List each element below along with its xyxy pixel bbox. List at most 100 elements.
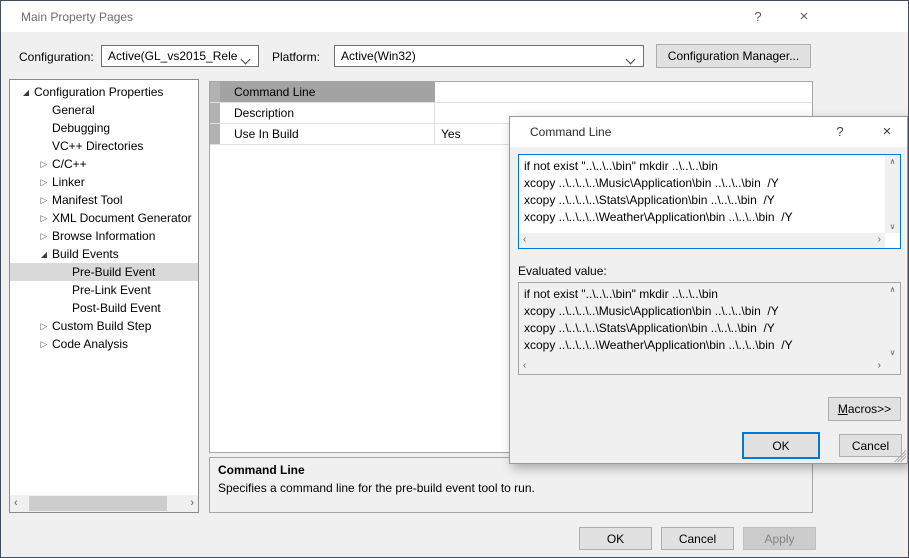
- tree-item-pre-link-event[interactable]: Pre-Link Event: [10, 281, 198, 299]
- tree-item-label: Configuration Properties: [34, 85, 163, 99]
- tree-item-custom-build-step[interactable]: ▷ Custom Build Step: [10, 317, 198, 335]
- tree-collapsed-icon[interactable]: ▷: [36, 177, 52, 188]
- property-row-command-line[interactable]: Command Line: [210, 82, 812, 103]
- help-button[interactable]: ?: [825, 121, 855, 142]
- tree-item-label: Pre-Link Event: [72, 283, 151, 297]
- tree-item-label: XML Document Generator: [52, 211, 192, 225]
- row-gutter: [210, 82, 220, 102]
- apply-button[interactable]: Apply: [743, 527, 816, 550]
- platform-value: Active(Win32): [341, 49, 623, 63]
- tree-item-label: Debugging: [52, 121, 110, 135]
- tree-item-browse-information[interactable]: ▷ Browse Information: [10, 227, 198, 245]
- tree-item-manifest-tool[interactable]: ▷ Manifest Tool: [10, 191, 198, 209]
- property-name: Description: [220, 103, 435, 123]
- tree-item-build-events[interactable]: ◢ Build Events: [10, 245, 198, 263]
- tree-item-post-build-event[interactable]: Post-Build Event: [10, 299, 198, 317]
- platform-label: Platform:: [272, 50, 320, 64]
- tree-collapsed-icon[interactable]: ▷: [36, 195, 52, 206]
- ok-button[interactable]: OK: [579, 527, 652, 550]
- help-button[interactable]: ?: [741, 6, 775, 27]
- tree-horizontal-scrollbar[interactable]: ‹ ›: [10, 495, 198, 512]
- tree-collapsed-icon[interactable]: ▷: [36, 213, 52, 224]
- row-gutter: [210, 103, 220, 123]
- property-value[interactable]: [435, 82, 812, 102]
- vertical-scrollbar[interactable]: ∧ ∨: [885, 283, 900, 359]
- tree-item-vcpp-directories[interactable]: VC++ Directories: [10, 137, 198, 155]
- tree-collapsed-icon[interactable]: ▷: [36, 231, 52, 242]
- close-icon: ×: [883, 123, 892, 140]
- scroll-up-icon[interactable]: ∧: [885, 285, 900, 294]
- dialog-title: Command Line: [530, 125, 611, 139]
- tree-item-configuration-properties[interactable]: ◢ Configuration Properties: [10, 83, 198, 101]
- configuration-label: Configuration:: [19, 50, 94, 64]
- evaluated-value-label: Evaluated value:: [518, 264, 607, 278]
- scrollbar-thumb[interactable]: [29, 496, 167, 511]
- close-button[interactable]: ×: [872, 121, 902, 142]
- tree-expanded-icon[interactable]: ◢: [36, 250, 52, 259]
- command-line-title-bar: Command Line ? ×: [510, 117, 907, 147]
- tree-item-label: Browse Information: [52, 229, 155, 243]
- tree-expanded-icon[interactable]: ◢: [18, 88, 34, 97]
- tree-item-label: Custom Build Step: [52, 319, 151, 333]
- configuration-tree: ◢ Configuration Properties General Debug…: [9, 79, 199, 513]
- chevron-down-icon: [627, 52, 639, 64]
- title-bar: Main Property Pages ? ×: [1, 1, 908, 32]
- tree-item-debugging[interactable]: Debugging: [10, 119, 198, 137]
- scroll-right-icon[interactable]: ›: [878, 360, 881, 371]
- tree-item-c-cpp[interactable]: ▷ C/C++: [10, 155, 198, 173]
- help-icon: ?: [754, 9, 761, 24]
- chevron-down-icon: [242, 52, 254, 64]
- tree-item-xml-document-generator[interactable]: ▷ XML Document Generator: [10, 209, 198, 227]
- configuration-value: Active(GL_vs2015_Release: [108, 49, 238, 63]
- macros-button[interactable]: Macros>>: [828, 397, 901, 421]
- description-title: Command Line: [218, 463, 305, 477]
- tree-collapsed-icon[interactable]: ▷: [36, 339, 52, 350]
- close-icon: ×: [800, 8, 809, 25]
- tree-item-label: C/C++: [52, 157, 87, 171]
- tree-item-label: VC++ Directories: [52, 139, 143, 153]
- platform-combobox[interactable]: Active(Win32): [334, 45, 644, 67]
- scroll-down-icon[interactable]: ∨: [885, 222, 900, 231]
- horizontal-scrollbar[interactable]: ‹ ›: [519, 359, 885, 374]
- tree-item-pre-build-event[interactable]: Pre-Build Event: [10, 263, 198, 281]
- row-gutter: [210, 124, 220, 144]
- vertical-scrollbar[interactable]: ∧ ∨: [885, 155, 900, 233]
- scroll-down-icon[interactable]: ∨: [885, 348, 900, 357]
- scroll-left-icon[interactable]: ‹: [523, 360, 526, 371]
- tree-item-label: Manifest Tool: [52, 193, 122, 207]
- macros-mnemonic: M: [838, 402, 848, 416]
- configuration-combobox[interactable]: Active(GL_vs2015_Release: [101, 45, 259, 67]
- tree-item-general[interactable]: General: [10, 101, 198, 119]
- window-title: Main Property Pages: [21, 10, 133, 24]
- description-text: Specifies a command line for the pre-bui…: [218, 481, 535, 495]
- resize-grip[interactable]: [894, 450, 906, 462]
- horizontal-scrollbar[interactable]: ‹ ›: [519, 233, 885, 248]
- tree-collapsed-icon[interactable]: ▷: [36, 321, 52, 332]
- ok-button[interactable]: OK: [742, 432, 820, 459]
- command-line-text: if not exist "..\..\..\bin" mkdir ..\..\…: [524, 158, 882, 231]
- tree-item-label: Pre-Build Event: [72, 265, 155, 279]
- scroll-left-icon[interactable]: ‹: [523, 234, 526, 245]
- close-button[interactable]: ×: [787, 6, 821, 27]
- scroll-up-icon[interactable]: ∧: [885, 157, 900, 166]
- tree-item-label: Post-Build Event: [72, 301, 161, 315]
- scroll-right-icon[interactable]: ›: [878, 234, 881, 245]
- tree-item-code-analysis[interactable]: ▷ Code Analysis: [10, 335, 198, 353]
- tree-item-linker[interactable]: ▷ Linker: [10, 173, 198, 191]
- evaluated-value-text: if not exist "..\..\..\bin" mkdir ..\..\…: [524, 286, 882, 357]
- help-icon: ?: [836, 124, 843, 139]
- scroll-right-icon[interactable]: ›: [190, 495, 194, 512]
- tree-item-label: General: [52, 103, 95, 117]
- command-line-dialog: Command Line ? × if not exist "..\..\..\…: [509, 116, 908, 464]
- tree-item-label: Code Analysis: [52, 337, 128, 351]
- configuration-manager-button[interactable]: Configuration Manager...: [656, 44, 811, 68]
- cancel-button[interactable]: Cancel: [661, 527, 734, 550]
- main-property-pages-dialog: Main Property Pages ? × Configuration: A…: [0, 0, 909, 558]
- scroll-left-icon[interactable]: ‹: [14, 495, 18, 512]
- property-name: Use In Build: [220, 124, 435, 144]
- evaluated-value-box[interactable]: if not exist "..\..\..\bin" mkdir ..\..\…: [518, 282, 901, 375]
- command-line-textarea[interactable]: if not exist "..\..\..\bin" mkdir ..\..\…: [518, 154, 901, 249]
- tree-collapsed-icon[interactable]: ▷: [36, 159, 52, 170]
- cancel-button[interactable]: Cancel: [839, 434, 902, 457]
- tree-item-label: Linker: [52, 175, 85, 189]
